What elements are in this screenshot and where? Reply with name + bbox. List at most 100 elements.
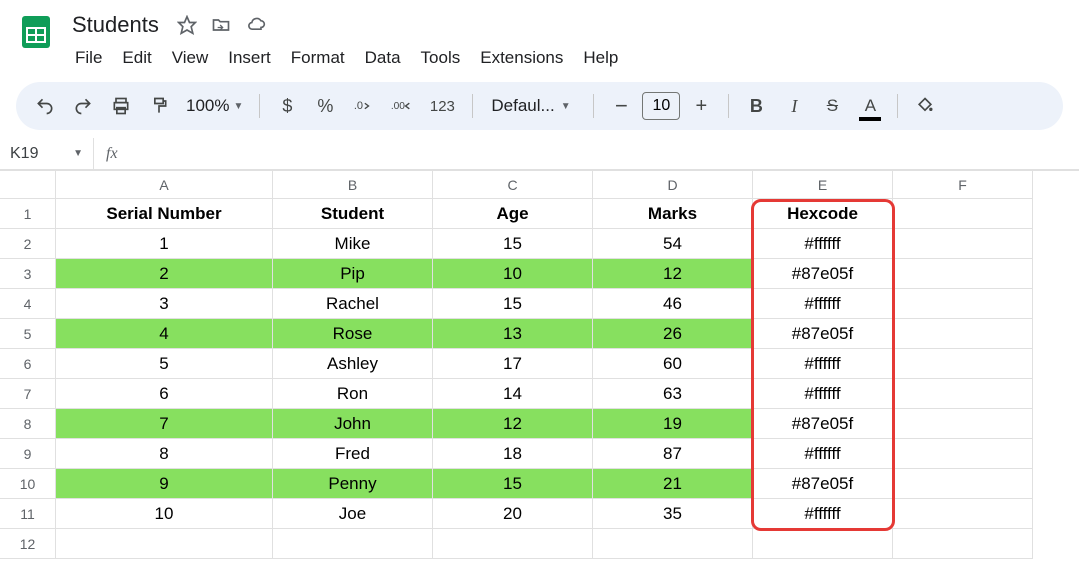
document-title[interactable]: Students — [66, 10, 165, 40]
name-box[interactable]: K19▼ — [0, 138, 94, 169]
cell[interactable] — [893, 409, 1033, 439]
cell-serial[interactable]: 7 — [56, 409, 273, 439]
cell-serial[interactable]: 10 — [56, 499, 273, 529]
column-header-C[interactable]: C — [433, 171, 593, 199]
cell-marks[interactable]: 46 — [593, 289, 753, 319]
cell-hex[interactable]: #87e05f — [753, 319, 893, 349]
more-formats-button[interactable]: 123 — [422, 89, 462, 123]
cell[interactable] — [433, 529, 593, 559]
header-cell[interactable]: Age — [433, 199, 593, 229]
menu-tools[interactable]: Tools — [412, 44, 470, 72]
print-button[interactable] — [104, 89, 138, 123]
cell[interactable] — [593, 529, 753, 559]
cell[interactable] — [893, 199, 1033, 229]
bold-button[interactable]: B — [739, 89, 773, 123]
header-cell[interactable]: Student — [273, 199, 433, 229]
row-header-6[interactable]: 6 — [0, 349, 56, 379]
cell[interactable] — [893, 259, 1033, 289]
header-cell[interactable]: Marks — [593, 199, 753, 229]
cell-age[interactable]: 12 — [433, 409, 593, 439]
cell-student[interactable]: John — [273, 409, 433, 439]
cell-marks[interactable]: 12 — [593, 259, 753, 289]
cell-serial[interactable]: 6 — [56, 379, 273, 409]
cell[interactable] — [893, 349, 1033, 379]
row-header-10[interactable]: 10 — [0, 469, 56, 499]
cell-age[interactable]: 15 — [433, 289, 593, 319]
select-all-corner[interactable] — [0, 171, 56, 199]
star-icon[interactable] — [177, 15, 197, 35]
cell-hex[interactable]: #ffffff — [753, 499, 893, 529]
menu-data[interactable]: Data — [356, 44, 410, 72]
row-header-1[interactable]: 1 — [0, 199, 56, 229]
cell-age[interactable]: 18 — [433, 439, 593, 469]
cell-age[interactable]: 15 — [433, 229, 593, 259]
cell-marks[interactable]: 54 — [593, 229, 753, 259]
cell[interactable] — [893, 319, 1033, 349]
cell[interactable] — [56, 529, 273, 559]
menu-help[interactable]: Help — [574, 44, 627, 72]
row-header-11[interactable]: 11 — [0, 499, 56, 529]
cell-student[interactable]: Ron — [273, 379, 433, 409]
cell-hex[interactable]: #87e05f — [753, 409, 893, 439]
cell[interactable] — [893, 469, 1033, 499]
cell-student[interactable]: Fred — [273, 439, 433, 469]
sheets-logo[interactable] — [16, 12, 56, 52]
menu-edit[interactable]: Edit — [113, 44, 160, 72]
cell-student[interactable]: Pip — [273, 259, 433, 289]
cell[interactable] — [893, 379, 1033, 409]
cell[interactable] — [893, 529, 1033, 559]
cell-hex[interactable]: #87e05f — [753, 469, 893, 499]
cell[interactable] — [273, 529, 433, 559]
cell-age[interactable]: 13 — [433, 319, 593, 349]
decrease-decimal-button[interactable]: .0 — [346, 89, 380, 123]
cell-marks[interactable]: 35 — [593, 499, 753, 529]
cell-marks[interactable]: 26 — [593, 319, 753, 349]
menu-insert[interactable]: Insert — [219, 44, 280, 72]
cell[interactable] — [893, 499, 1033, 529]
cell-serial[interactable]: 2 — [56, 259, 273, 289]
menu-extensions[interactable]: Extensions — [471, 44, 572, 72]
cell[interactable] — [893, 229, 1033, 259]
cell-hex[interactable]: #ffffff — [753, 439, 893, 469]
cell-student[interactable]: Rose — [273, 319, 433, 349]
font-family-select[interactable]: Defaul...▼ — [483, 96, 583, 116]
menu-format[interactable]: Format — [282, 44, 354, 72]
cell-serial[interactable]: 9 — [56, 469, 273, 499]
paint-format-button[interactable] — [142, 89, 176, 123]
cell-student[interactable]: Joe — [273, 499, 433, 529]
cell-serial[interactable]: 3 — [56, 289, 273, 319]
cloud-status-icon[interactable] — [245, 15, 267, 35]
cell-marks[interactable]: 21 — [593, 469, 753, 499]
cell[interactable] — [893, 289, 1033, 319]
row-header-2[interactable]: 2 — [0, 229, 56, 259]
column-header-D[interactable]: D — [593, 171, 753, 199]
cell-marks[interactable]: 19 — [593, 409, 753, 439]
column-header-A[interactable]: A — [56, 171, 273, 199]
cell-student[interactable]: Rachel — [273, 289, 433, 319]
cell-serial[interactable]: 4 — [56, 319, 273, 349]
cell-marks[interactable]: 60 — [593, 349, 753, 379]
cell-student[interactable]: Penny — [273, 469, 433, 499]
row-header-8[interactable]: 8 — [0, 409, 56, 439]
increase-decimal-button[interactable]: .00 — [384, 89, 418, 123]
row-header-5[interactable]: 5 — [0, 319, 56, 349]
format-currency-button[interactable]: $ — [270, 89, 304, 123]
row-header-7[interactable]: 7 — [0, 379, 56, 409]
row-header-4[interactable]: 4 — [0, 289, 56, 319]
format-percent-button[interactable]: % — [308, 89, 342, 123]
cell-hex[interactable]: #ffffff — [753, 229, 893, 259]
cell-hex[interactable]: #ffffff — [753, 289, 893, 319]
menu-file[interactable]: File — [66, 44, 111, 72]
cell-marks[interactable]: 63 — [593, 379, 753, 409]
undo-button[interactable] — [28, 89, 62, 123]
cell-age[interactable]: 20 — [433, 499, 593, 529]
cell-marks[interactable]: 87 — [593, 439, 753, 469]
column-header-F[interactable]: F — [893, 171, 1033, 199]
italic-button[interactable]: I — [777, 89, 811, 123]
font-size-input[interactable] — [642, 92, 680, 120]
row-header-12[interactable]: 12 — [0, 529, 56, 559]
cell-serial[interactable]: 5 — [56, 349, 273, 379]
formula-bar[interactable]: fx — [94, 145, 130, 163]
cell-hex[interactable]: #ffffff — [753, 349, 893, 379]
cell-age[interactable]: 10 — [433, 259, 593, 289]
